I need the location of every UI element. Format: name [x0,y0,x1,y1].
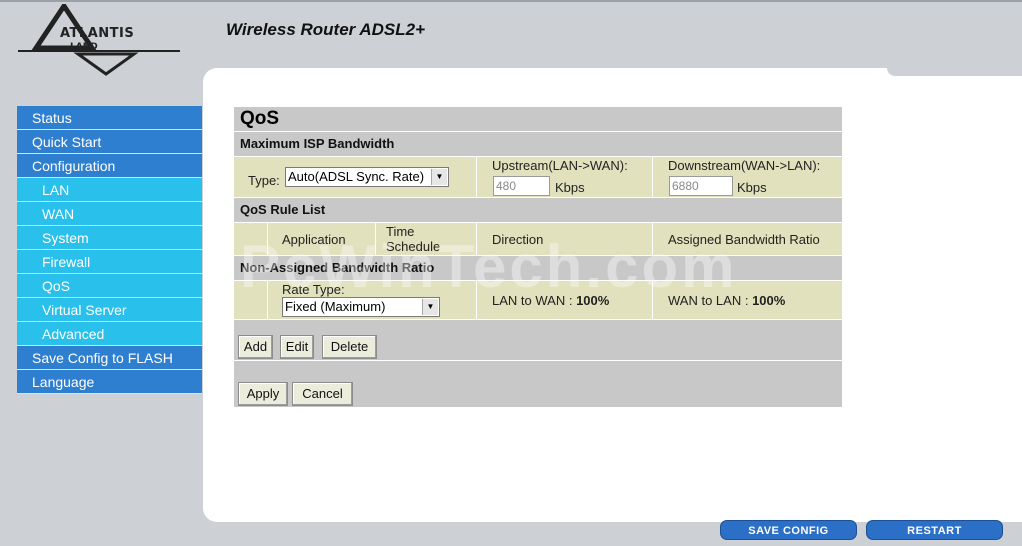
downstream-label: Downstream(WAN->LAN): [668,158,821,173]
column-application-label: Application [282,232,346,247]
lan-to-wan-cell: LAN to WAN : 100% [476,281,652,319]
sidebar-item-qos[interactable]: QoS [17,274,202,298]
chevron-down-icon: ▼ [422,299,438,315]
column-time-schedule-label: Time Schedule [386,224,441,254]
max-isp-bandwidth-row: Type: Auto(ADSL Sync. Rate) ▼ Upstream(L… [234,156,842,197]
rate-type-cell: Rate Type: Fixed (Maximum) ▼ [267,281,477,319]
form-action-bar: Apply Cancel [234,360,842,407]
rate-type-select[interactable]: Fixed (Maximum) ▼ [282,297,440,317]
non-assigned-spacer [234,281,266,319]
rate-type-label: Rate Type: [282,282,345,297]
non-assigned-row: Rate Type: Fixed (Maximum) ▼ LAN to WAN … [234,280,842,319]
save-config-button[interactable]: SAVE CONFIG [720,520,857,540]
max-isp-bandwidth-heading: Maximum ISP Bandwidth [234,131,842,156]
bandwidth-type-value: Auto(ADSL Sync. Rate) [288,169,425,184]
rule-action-bar: Add Edit Delete [234,319,842,360]
wan-to-lan-text: WAN to LAN : 100% [668,293,785,308]
bandwidth-type-select[interactable]: Auto(ADSL Sync. Rate) ▼ [285,167,449,187]
sidebar-item-status[interactable]: Status [17,106,202,130]
edit-button[interactable]: Edit [280,335,314,359]
column-application: Application [267,223,375,255]
column-direction: Direction [476,223,652,255]
wan-to-lan-value: 100% [752,293,786,308]
upstream-cell: Upstream(LAN->WAN): 480 Kbps [476,157,652,197]
upstream-label: Upstream(LAN->WAN): [492,158,628,173]
wan-to-lan-cell: WAN to LAN : 100% [652,281,843,319]
page-title: QoS [234,107,842,131]
downstream-unit: Kbps [737,180,767,195]
downstream-input[interactable]: 6880 [669,176,733,196]
sidebar-item-quick-start[interactable]: Quick Start [17,130,202,154]
logo-text: ATLANTIS [60,26,135,41]
apply-button[interactable]: Apply [238,382,288,406]
top-border [0,0,1022,2]
restart-button[interactable]: RESTART [866,520,1003,540]
type-cell: Type: Auto(ADSL Sync. Rate) ▼ [234,157,475,197]
cancel-button[interactable]: Cancel [292,382,353,406]
wan-to-lan-label: WAN to LAN : [668,293,749,308]
rule-list-header-row: Application Time Schedule Direction Assi… [234,222,842,255]
downstream-cell: Downstream(WAN->LAN): 6880 Kbps [652,157,843,197]
qos-rule-list-heading: QoS Rule List [234,197,842,222]
qos-content: QoS Maximum ISP Bandwidth Type: Auto(ADS… [234,107,842,407]
upstream-unit: Kbps [555,180,585,195]
column-time-schedule: Time Schedule [375,223,477,255]
chevron-down-icon: ▼ [431,169,447,185]
rule-select-column [234,223,266,255]
sidebar-item-firewall[interactable]: Firewall [17,250,202,274]
sidebar-item-advanced[interactable]: Advanced [17,322,202,346]
sidebar-item-wan[interactable]: WAN [17,202,202,226]
sidebar-item-lan[interactable]: LAN [17,178,202,202]
sidebar-item-language[interactable]: Language [17,370,202,394]
column-bandwidth-ratio-label: Assigned Bandwidth Ratio [668,232,820,247]
lan-to-wan-value: 100% [576,293,610,308]
logo-triangle-icon [18,1,180,76]
sidebar-item-system[interactable]: System [17,226,202,250]
app-title: Wireless Router ADSL2+ [226,20,426,39]
panel-notch [887,68,1022,76]
sidebar-item-configuration[interactable]: Configuration [17,154,202,178]
lan-to-wan-text: LAN to WAN : 100% [492,293,609,308]
logo-sub-text: LAND [70,42,98,52]
sidebar: Status Quick Start Configuration LAN WAN… [17,106,202,394]
rate-type-value: Fixed (Maximum) [285,299,386,314]
sidebar-item-virtual-server[interactable]: Virtual Server [17,298,202,322]
non-assigned-heading: Non-Assigned Bandwidth Ratio [234,255,842,280]
column-direction-label: Direction [492,232,544,247]
upstream-input[interactable]: 480 [493,176,550,196]
type-label: Type: [248,173,280,188]
delete-button[interactable]: Delete [322,335,377,359]
atlantis-logo: ATLANTIS LAND [18,1,188,80]
sidebar-item-save-config-flash[interactable]: Save Config to FLASH [17,346,202,370]
column-bandwidth-ratio: Assigned Bandwidth Ratio [652,223,843,255]
add-button[interactable]: Add [238,335,273,359]
lan-to-wan-label: LAN to WAN : [492,293,573,308]
